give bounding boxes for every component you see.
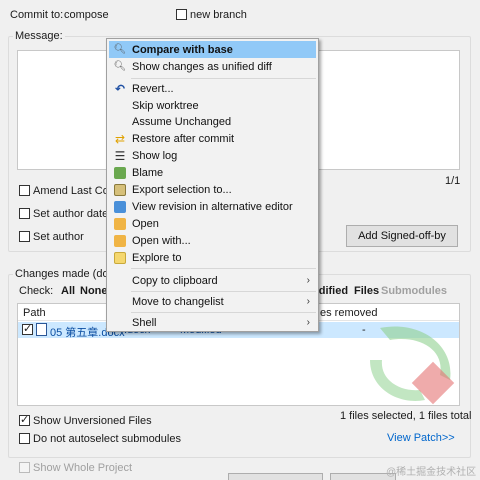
log-icon: ☰ bbox=[114, 148, 126, 163]
check-none-link[interactable]: None bbox=[80, 285, 108, 297]
menu-item-skip-worktree[interactable]: Skip worktree bbox=[109, 97, 316, 114]
editor-icon bbox=[109, 198, 131, 215]
no-autoselect-label: Do not autoselect submodules bbox=[33, 433, 181, 445]
tortoisegit-logo-icon bbox=[370, 326, 455, 405]
column-header-path[interactable]: Path bbox=[23, 307, 46, 319]
undo-icon: ↶ bbox=[114, 81, 126, 96]
menu-item-explore-to[interactable]: Explore to bbox=[109, 249, 316, 266]
set-author-date-checkbox[interactable] bbox=[19, 208, 30, 219]
amend-checkbox[interactable] bbox=[19, 185, 30, 196]
selection-status-text: 1 files selected, 1 files total bbox=[340, 410, 472, 422]
context-menu: 🔍︎ Compare with base 🔍︎ Show changes as … bbox=[106, 38, 319, 332]
menu-item-assume-unchanged[interactable]: Assume Unchanged bbox=[109, 113, 316, 130]
watermark-text: @稀土掘金技术社区 bbox=[386, 467, 477, 478]
menu-item-move-to-changelist[interactable]: Move to changelist › bbox=[109, 293, 316, 310]
menu-item-blame[interactable]: Blame bbox=[109, 164, 316, 181]
show-whole-project-checkbox[interactable] bbox=[19, 462, 30, 473]
menu-item-export-selection[interactable]: Export selection to... bbox=[109, 181, 316, 198]
menu-item-copy-to-clipboard[interactable]: Copy to clipboard › bbox=[109, 272, 316, 289]
menu-separator bbox=[131, 291, 316, 292]
check-label: Check: bbox=[19, 285, 54, 297]
message-counter: 1/1 bbox=[445, 175, 461, 187]
set-author-label: Set author bbox=[33, 231, 84, 243]
menu-item-show-log[interactable]: ☰ Show log bbox=[109, 147, 316, 164]
filter-files-link[interactable]: Files bbox=[354, 285, 379, 297]
menu-item-open-with[interactable]: Open with... bbox=[109, 232, 316, 249]
set-author-checkbox[interactable] bbox=[19, 231, 30, 242]
show-unversioned-checkbox[interactable] bbox=[19, 413, 30, 426]
menu-separator bbox=[131, 78, 316, 79]
magnifier-icon: 🔍︎ bbox=[113, 61, 127, 72]
menu-item-restore-after-commit[interactable]: ⇄ Restore after commit bbox=[109, 130, 316, 147]
check-all-link[interactable]: All bbox=[61, 285, 75, 297]
restore-icon: ⇄ bbox=[114, 131, 126, 146]
submenu-arrow-icon: › bbox=[306, 296, 310, 307]
commit-branch-name: compose bbox=[64, 9, 109, 21]
new-branch-label: new branch bbox=[190, 9, 247, 21]
menu-item-unified-diff[interactable]: 🔍︎ Show changes as unified diff bbox=[109, 58, 316, 75]
submenu-arrow-icon: › bbox=[306, 317, 310, 328]
folder-icon bbox=[109, 215, 131, 232]
magnifier-icon: 🔍︎ bbox=[113, 44, 127, 55]
menu-separator bbox=[131, 312, 316, 313]
show-whole-project-label: Show Whole Project bbox=[33, 462, 133, 474]
commit-button[interactable] bbox=[228, 473, 323, 480]
word-document-icon bbox=[36, 323, 47, 336]
new-branch-checkbox[interactable] bbox=[176, 9, 187, 20]
add-signed-off-button[interactable]: Add Signed-off-by bbox=[346, 225, 458, 247]
folder-icon bbox=[109, 232, 131, 249]
menu-item-alternative-editor[interactable]: View revision in alternative editor bbox=[109, 198, 316, 215]
filter-submodules-link[interactable]: Submodules bbox=[381, 285, 447, 297]
explorer-icon bbox=[109, 249, 131, 266]
message-group-label: Message: bbox=[13, 30, 65, 42]
column-header-lines-removed[interactable]: es removed bbox=[320, 307, 377, 319]
blame-icon bbox=[109, 164, 131, 181]
show-unversioned-label: Show Unversioned Files bbox=[33, 415, 152, 427]
menu-separator bbox=[131, 268, 316, 269]
set-author-date-label: Set author date bbox=[33, 208, 109, 220]
view-patch-link[interactable]: View Patch>> bbox=[387, 432, 455, 444]
menu-item-compare-with-base[interactable]: 🔍︎ Compare with base bbox=[109, 41, 316, 58]
menu-item-shell[interactable]: Shell › bbox=[109, 314, 316, 331]
menu-item-revert[interactable]: ↶ Revert... bbox=[109, 80, 316, 97]
file-row-checkbox[interactable] bbox=[22, 322, 33, 335]
commit-to-label: Commit to: bbox=[10, 9, 64, 21]
no-autoselect-checkbox[interactable] bbox=[19, 433, 30, 444]
export-icon bbox=[109, 181, 131, 198]
submenu-arrow-icon: › bbox=[306, 275, 310, 286]
menu-item-open[interactable]: Open bbox=[109, 215, 316, 232]
